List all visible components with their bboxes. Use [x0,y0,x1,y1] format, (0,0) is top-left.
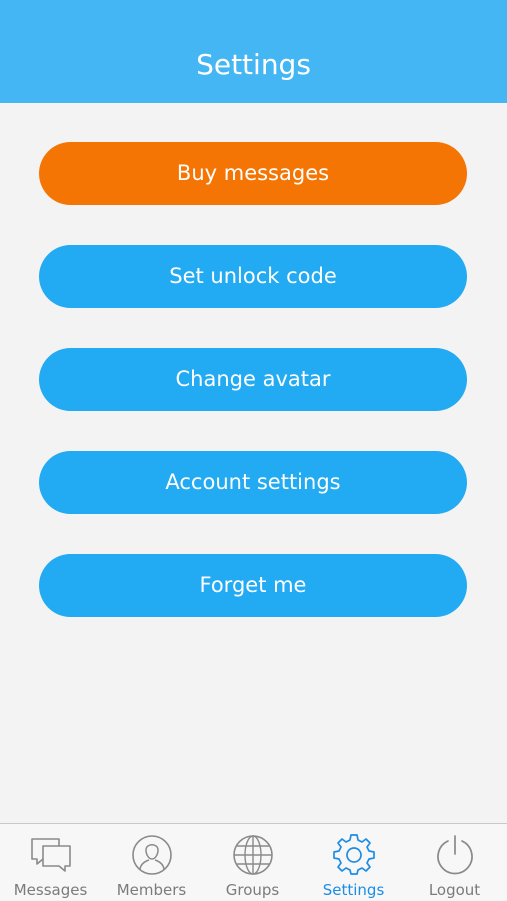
page-title: Settings [196,48,311,81]
tab-messages[interactable]: Messages [0,824,101,901]
tab-settings-label: Settings [322,881,385,899]
tab-members[interactable]: Members [101,824,202,901]
chat-bubbles-icon [29,833,73,877]
tab-members-label: Members [116,881,187,899]
set-unlock-code-button[interactable]: Set unlock code [39,245,467,308]
tab-groups[interactable]: Groups [202,824,303,901]
tab-messages-label: Messages [13,881,88,899]
tab-logout-label: Logout [428,881,481,899]
forget-me-button[interactable]: Forget me [39,554,467,617]
account-settings-button[interactable]: Account settings [39,451,467,514]
change-avatar-button[interactable]: Change avatar [39,348,467,411]
buy-messages-button[interactable]: Buy messages [39,142,467,205]
tab-bar: Messages Members Groups Settings Logout [0,823,507,900]
gear-icon [332,833,376,877]
header-bar: Settings [0,0,507,103]
settings-content: Buy messages Set unlock code Change avat… [0,103,507,823]
tab-logout[interactable]: Logout [404,824,505,901]
globe-icon [231,833,275,877]
tab-settings[interactable]: Settings [303,824,404,901]
tab-groups-label: Groups [225,881,280,899]
person-circle-icon [130,833,174,877]
power-icon [433,833,477,877]
